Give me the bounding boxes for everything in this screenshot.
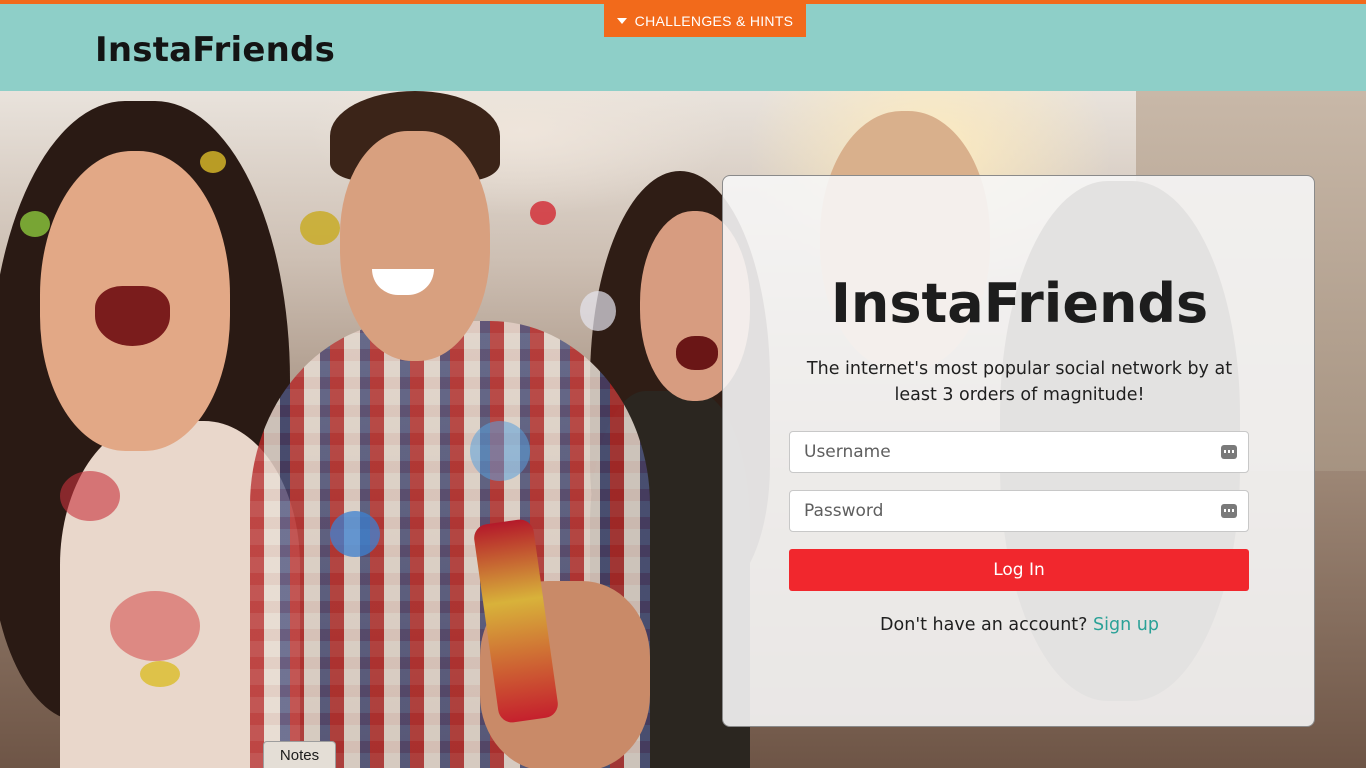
password-field[interactable] xyxy=(789,490,1249,532)
login-title: InstaFriends xyxy=(830,272,1209,335)
confetti xyxy=(60,471,120,521)
confetti xyxy=(20,211,50,237)
caret-down-icon xyxy=(616,17,627,24)
username-input[interactable] xyxy=(790,432,1248,472)
confetti xyxy=(200,151,226,173)
login-card: InstaFriends The internet's most popular… xyxy=(722,175,1315,727)
login-button[interactable]: Log In xyxy=(789,549,1249,591)
challenges-hints-toggle[interactable]: CHALLENGES & HINTS xyxy=(604,4,806,37)
confetti xyxy=(580,291,616,331)
person-left-mouth xyxy=(95,286,170,346)
confetti xyxy=(300,211,340,245)
person-center-face xyxy=(340,131,490,361)
password-manager-key-icon[interactable] xyxy=(1221,445,1237,459)
confetti xyxy=(110,591,200,661)
confetti xyxy=(530,201,556,225)
username-field[interactable] xyxy=(789,431,1249,473)
confetti xyxy=(470,421,530,481)
signup-link[interactable]: Sign up xyxy=(1093,615,1159,635)
login-tagline: The internet's most popular social netwo… xyxy=(806,359,1233,405)
challenges-hints-label: CHALLENGES & HINTS xyxy=(634,12,794,29)
password-input[interactable] xyxy=(790,491,1248,531)
signup-prompt: Don't have an account? xyxy=(880,615,1094,635)
notes-tab[interactable]: Notes xyxy=(263,741,336,768)
signup-row: Don't have an account? Sign up xyxy=(723,615,1316,635)
password-manager-key-icon[interactable] xyxy=(1221,504,1237,518)
person-middle-right-mouth xyxy=(676,336,718,370)
confetti xyxy=(140,661,180,687)
confetti xyxy=(330,511,380,557)
brand-logo-text[interactable]: InstaFriends xyxy=(95,30,335,70)
